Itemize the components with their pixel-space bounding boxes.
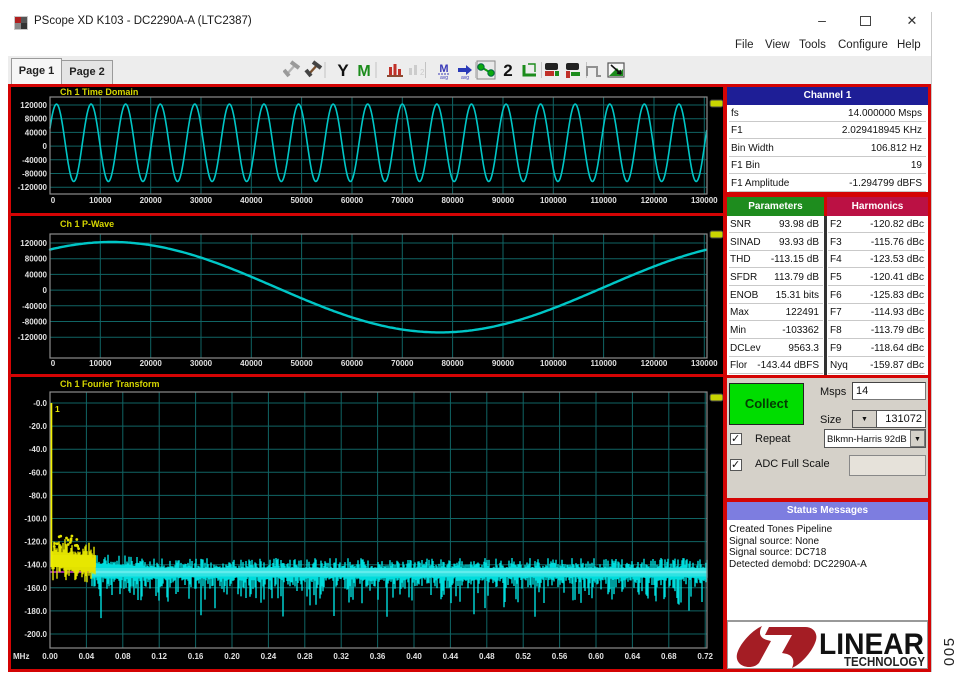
svg-text:-0.0: -0.0 bbox=[33, 399, 47, 408]
svg-text:120000: 120000 bbox=[641, 196, 668, 205]
svg-text:-40000: -40000 bbox=[22, 302, 47, 311]
svg-text:M: M bbox=[357, 63, 370, 80]
svg-text:TECHNOLOGY: TECHNOLOGY bbox=[844, 655, 926, 668]
svg-text:120000: 120000 bbox=[20, 101, 47, 110]
svg-text:0.72: 0.72 bbox=[697, 652, 713, 661]
svg-text:0.24: 0.24 bbox=[261, 652, 277, 661]
svg-text:0: 0 bbox=[51, 359, 56, 368]
svg-text:-120.0: -120.0 bbox=[24, 538, 47, 547]
svg-text:90000: 90000 bbox=[492, 359, 515, 368]
svg-text:0.60: 0.60 bbox=[588, 652, 604, 661]
svg-text:0.44: 0.44 bbox=[443, 652, 459, 661]
svg-text:40000: 40000 bbox=[240, 196, 263, 205]
svg-text:20000: 20000 bbox=[140, 196, 163, 205]
svg-text:Ch 1 Time Domain: Ch 1 Time Domain bbox=[60, 87, 138, 97]
svg-text:0.56: 0.56 bbox=[552, 652, 568, 661]
svg-text:10000: 10000 bbox=[89, 196, 112, 205]
svg-text:40000: 40000 bbox=[25, 270, 48, 279]
svg-text:50000: 50000 bbox=[290, 196, 313, 205]
svg-text:-120000: -120000 bbox=[18, 183, 48, 192]
svg-text:120000: 120000 bbox=[641, 359, 668, 368]
svg-text:-80000: -80000 bbox=[22, 318, 47, 327]
svg-text:-80000: -80000 bbox=[22, 170, 47, 179]
svg-text:100000: 100000 bbox=[540, 359, 567, 368]
svg-text:0.08: 0.08 bbox=[115, 652, 131, 661]
svg-text:1: 1 bbox=[55, 404, 60, 414]
svg-text:40000: 40000 bbox=[240, 359, 263, 368]
svg-text:Ch 1 P-Wave: Ch 1 P-Wave bbox=[60, 219, 114, 229]
svg-text:40000: 40000 bbox=[25, 128, 48, 137]
svg-text:-60.0: -60.0 bbox=[29, 468, 48, 477]
svg-text:-160.0: -160.0 bbox=[24, 584, 47, 593]
svg-text:80000: 80000 bbox=[25, 255, 48, 264]
svg-text:-40.0: -40.0 bbox=[29, 445, 48, 454]
svg-text:-120000: -120000 bbox=[18, 333, 48, 342]
svg-text:80000: 80000 bbox=[441, 196, 464, 205]
svg-text:70000: 70000 bbox=[391, 359, 414, 368]
svg-text:0.36: 0.36 bbox=[370, 652, 386, 661]
svg-text:Y: Y bbox=[337, 61, 349, 80]
svg-text:M: M bbox=[439, 63, 448, 75]
svg-text:Ch 1 Fourier Transform: Ch 1 Fourier Transform bbox=[60, 379, 160, 389]
svg-text:0.12: 0.12 bbox=[151, 652, 167, 661]
svg-text:-80.0: -80.0 bbox=[29, 491, 48, 500]
svg-text:110000: 110000 bbox=[590, 359, 617, 368]
svg-text:50000: 50000 bbox=[290, 359, 313, 368]
svg-text:130000: 130000 bbox=[691, 359, 718, 368]
svg-text:20000: 20000 bbox=[140, 359, 163, 368]
svg-text:70000: 70000 bbox=[391, 196, 414, 205]
svg-text:0.40: 0.40 bbox=[406, 652, 422, 661]
svg-text:avg: avg bbox=[461, 75, 469, 80]
svg-text:30000: 30000 bbox=[190, 359, 213, 368]
svg-text:-140.0: -140.0 bbox=[24, 561, 47, 570]
svg-text:0.16: 0.16 bbox=[188, 652, 204, 661]
svg-text:10000: 10000 bbox=[89, 359, 112, 368]
svg-text:-100.0: -100.0 bbox=[24, 515, 47, 524]
svg-text:0.52: 0.52 bbox=[515, 652, 531, 661]
svg-text:0.32: 0.32 bbox=[333, 652, 349, 661]
svg-text:80000: 80000 bbox=[441, 359, 464, 368]
svg-text:0.28: 0.28 bbox=[297, 652, 313, 661]
svg-text:60000: 60000 bbox=[341, 359, 364, 368]
svg-text:120000: 120000 bbox=[20, 239, 47, 248]
svg-text:0.00: 0.00 bbox=[42, 652, 58, 661]
svg-text:0: 0 bbox=[51, 196, 56, 205]
svg-text:0.48: 0.48 bbox=[479, 652, 495, 661]
svg-text:-180.0: -180.0 bbox=[24, 607, 47, 616]
svg-text:0.68: 0.68 bbox=[661, 652, 677, 661]
svg-text:-200.0: -200.0 bbox=[24, 630, 47, 639]
svg-text:0: 0 bbox=[43, 286, 48, 295]
svg-text:110000: 110000 bbox=[590, 196, 617, 205]
svg-text:80000: 80000 bbox=[25, 115, 48, 124]
svg-text:0.64: 0.64 bbox=[625, 652, 641, 661]
svg-text:avg: avg bbox=[440, 75, 448, 80]
svg-text:0: 0 bbox=[43, 142, 48, 151]
svg-text:0.04: 0.04 bbox=[79, 652, 95, 661]
svg-text:30000: 30000 bbox=[190, 196, 213, 205]
svg-text:0.20: 0.20 bbox=[224, 652, 240, 661]
svg-text:100000: 100000 bbox=[540, 196, 567, 205]
svg-text:-20.0: -20.0 bbox=[29, 422, 48, 431]
svg-text:2: 2 bbox=[420, 68, 425, 77]
svg-text:MHz: MHz bbox=[13, 652, 29, 661]
svg-text:2: 2 bbox=[503, 61, 512, 80]
svg-text:60000: 60000 bbox=[341, 196, 364, 205]
svg-text:-40000: -40000 bbox=[22, 156, 47, 165]
svg-text:90000: 90000 bbox=[492, 196, 515, 205]
svg-text:130000: 130000 bbox=[691, 196, 718, 205]
